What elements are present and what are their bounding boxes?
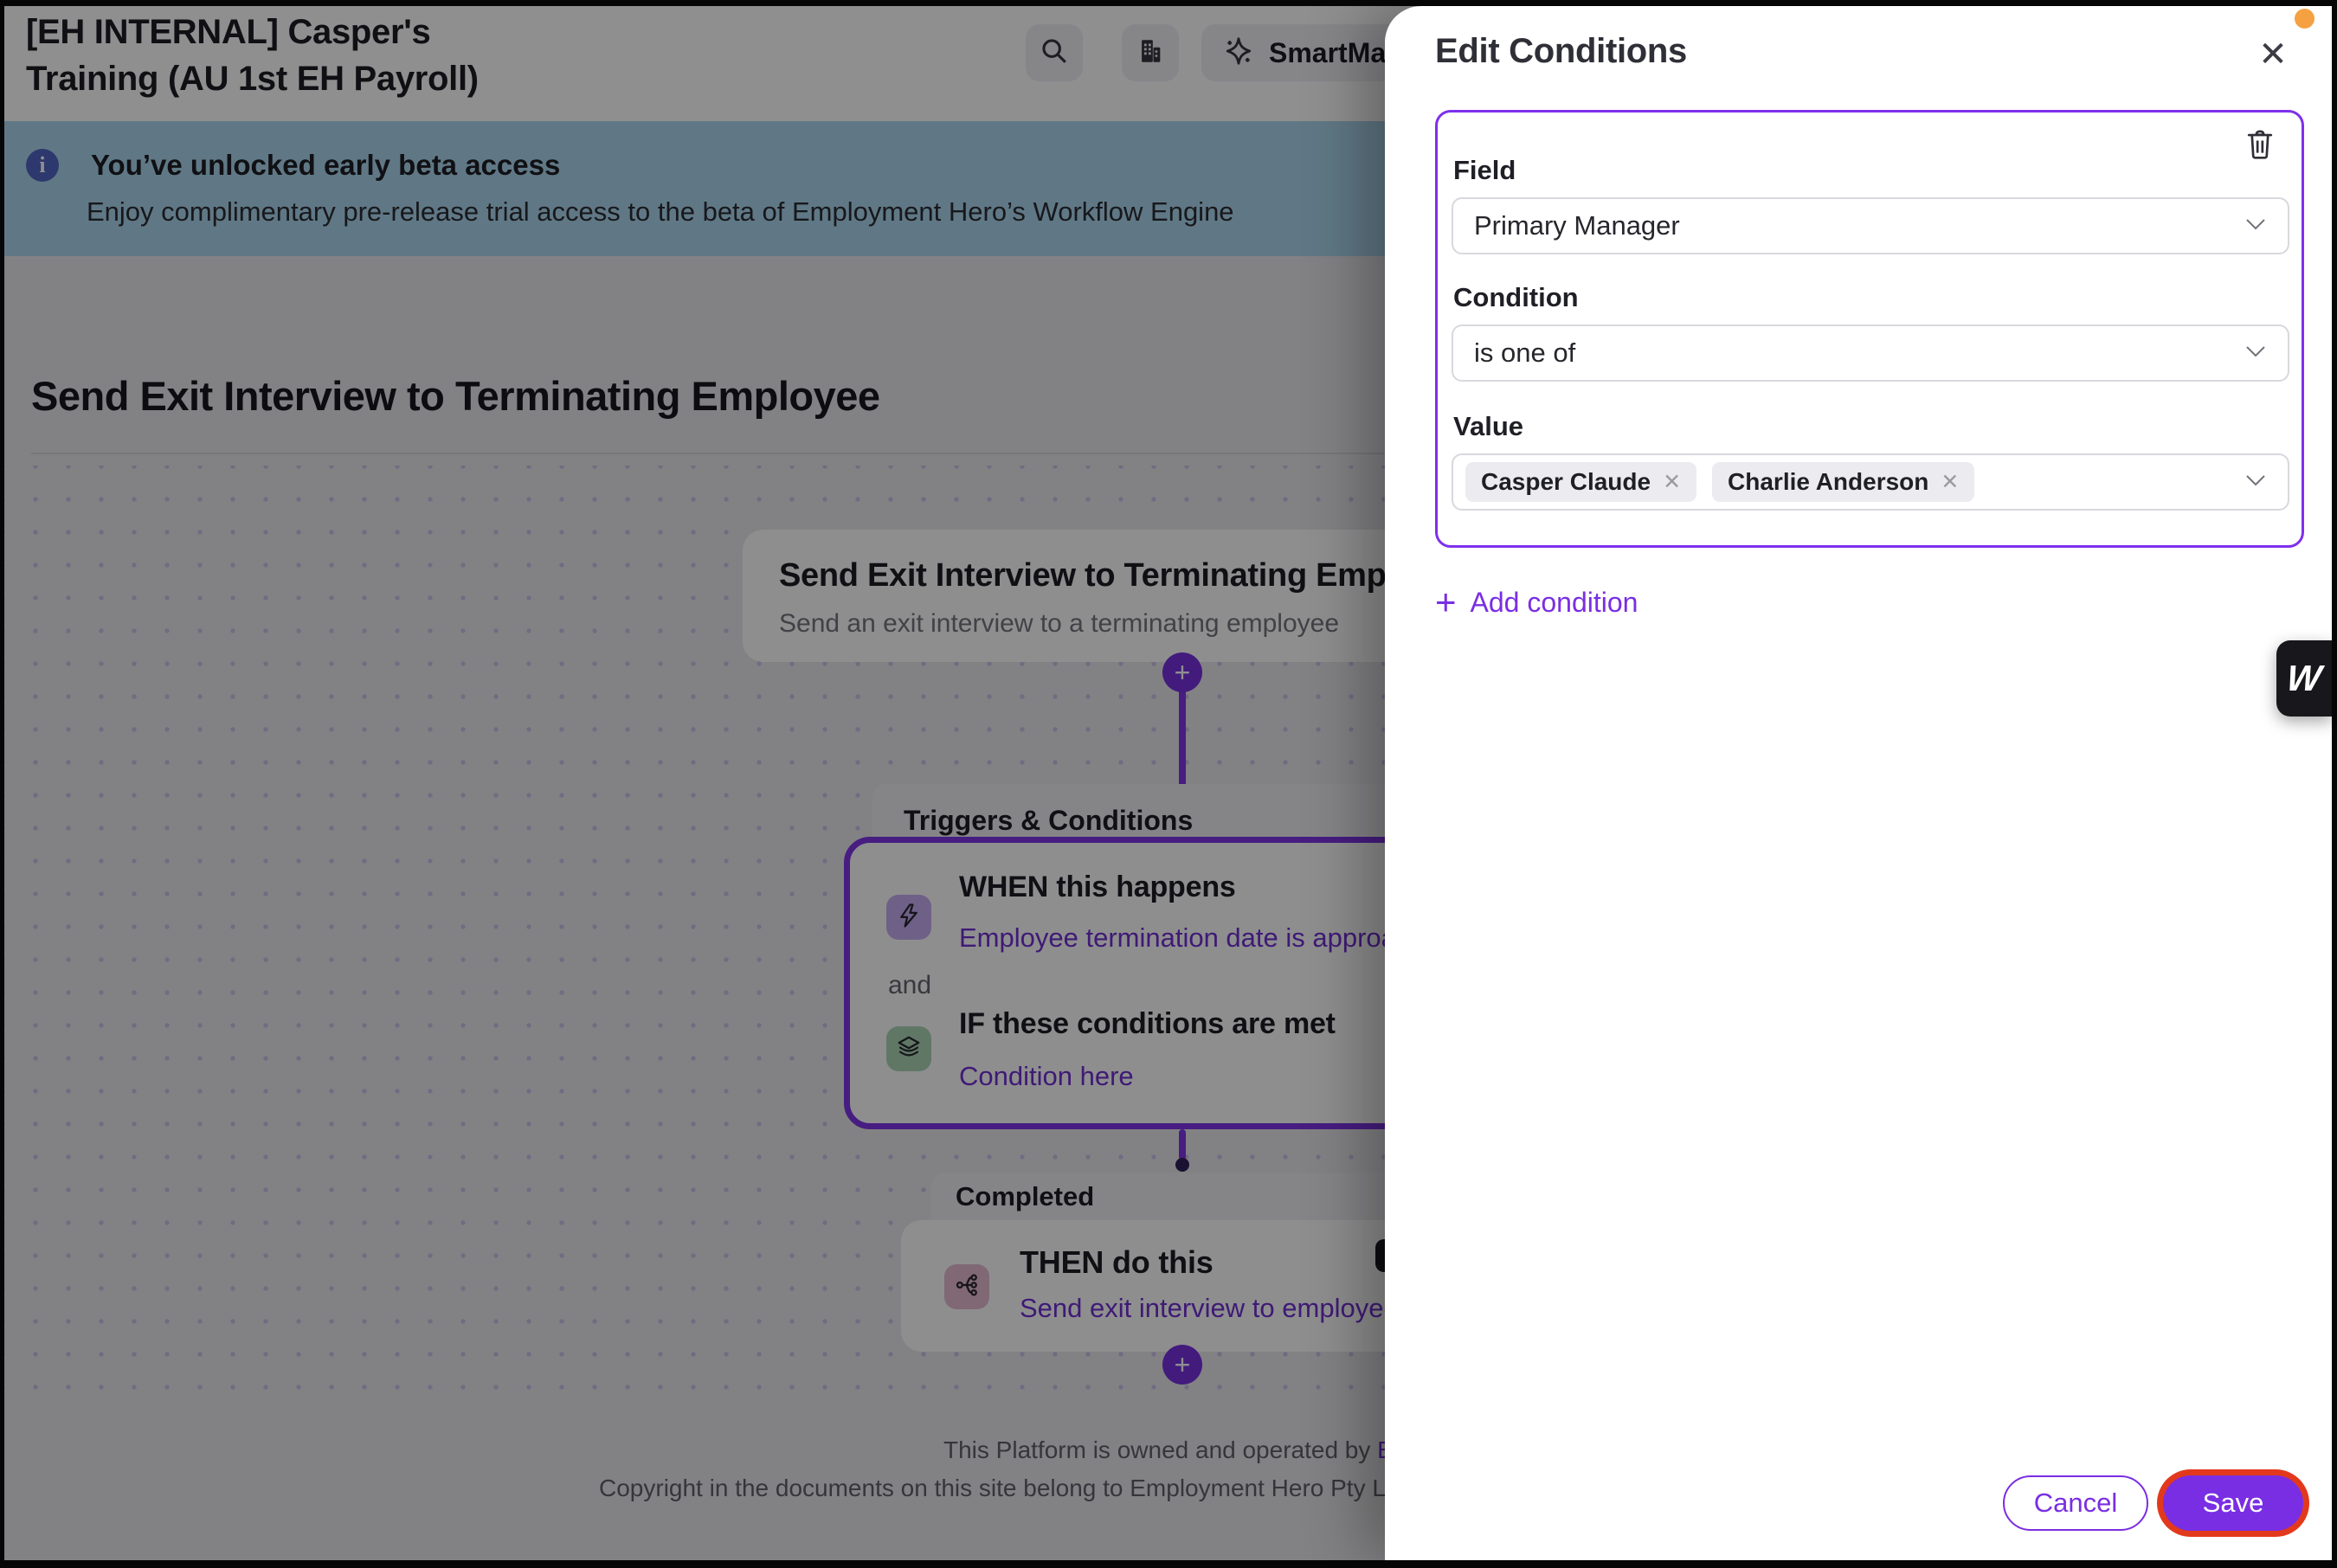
save-button[interactable]: Save xyxy=(2163,1475,2303,1531)
condition-group-box: Field Primary Manager Condition is one o… xyxy=(1435,110,2304,548)
field-label: Field xyxy=(1453,155,1516,186)
drawer-title: Edit Conditions xyxy=(1435,32,1687,71)
edit-conditions-drawer: Edit Conditions ✕ Field Primary Manager xyxy=(1385,6,2332,1560)
w-widget-tab[interactable]: W xyxy=(2276,640,2332,717)
chevron-down-icon xyxy=(2244,217,2267,235)
value-chip: Charlie Anderson ✕ xyxy=(1712,462,1974,502)
condition-label: Condition xyxy=(1453,282,1579,313)
w-logo: W xyxy=(2285,658,2324,699)
condition-select-value: is one of xyxy=(1474,337,1575,369)
add-condition-label: Add condition xyxy=(1471,587,1638,619)
recording-dot xyxy=(2295,9,2314,29)
value-multiselect[interactable]: Casper Claude ✕ Charlie Anderson ✕ xyxy=(1452,453,2289,511)
close-button[interactable]: ✕ xyxy=(2247,29,2299,80)
add-condition-button[interactable]: + Add condition xyxy=(1435,584,1638,620)
chevron-down-icon xyxy=(2244,344,2267,363)
plus-icon: + xyxy=(1435,584,1457,620)
chevron-down-icon xyxy=(2244,473,2267,492)
value-chip: Casper Claude ✕ xyxy=(1465,462,1696,502)
chip-remove-icon[interactable]: ✕ xyxy=(1941,472,1959,493)
close-icon: ✕ xyxy=(2258,35,2288,74)
chip-label: Casper Claude xyxy=(1481,468,1651,496)
value-label: Value xyxy=(1453,411,1523,442)
cancel-button[interactable]: Cancel xyxy=(2003,1475,2148,1531)
delete-condition-button[interactable] xyxy=(2243,126,2277,164)
condition-select[interactable]: is one of xyxy=(1452,325,2289,382)
chip-remove-icon[interactable]: ✕ xyxy=(1663,472,1681,493)
chip-label: Charlie Anderson xyxy=(1728,468,1928,496)
trash-icon xyxy=(2245,127,2275,164)
field-select[interactable]: Primary Manager xyxy=(1452,197,2289,254)
field-select-value: Primary Manager xyxy=(1474,210,1680,241)
